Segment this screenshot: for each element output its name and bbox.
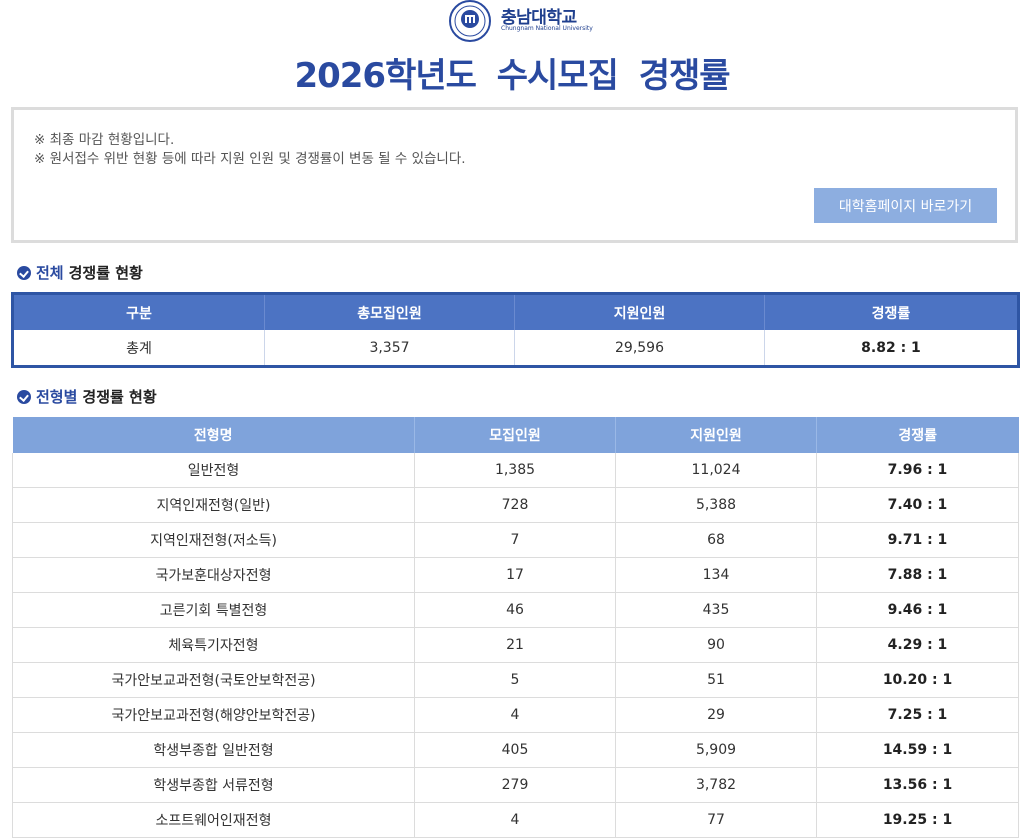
admission-type-cell: 학생부종합 서류전형 [12, 767, 415, 803]
table-row: 학생부종합 일반전형 405 5,909 14.59 : 1 [12, 732, 1019, 768]
notice-line-disclaimer: ※ 원서접수 위반 현황 등에 따라 지원 인원 및 경쟁률이 변동 될 수 있… [34, 151, 466, 167]
section-title-highlight: 전형별 [36, 388, 78, 406]
overall-table: 구분 총모집인원 지원인원 경쟁률 총계 3,357 29,596 8.82 :… [11, 292, 1020, 368]
competition-rate-cell: 4.29 : 1 [816, 627, 1019, 663]
competition-rate-cell: 8.82 : 1 [861, 339, 921, 356]
quota-cell: 1,385 [414, 453, 616, 488]
column-header: 전형명 [12, 417, 415, 453]
table-row: 국가안보교과전형(국토안보학전공) 5 51 10.20 : 1 [12, 662, 1019, 698]
competition-rate-cell: 9.46 : 1 [816, 592, 1019, 628]
by-type-section-title: 전형별 경쟁률 현황 [17, 386, 157, 407]
column-header: 지원인원 [615, 417, 817, 453]
admission-type-cell: 국가안보교과전형(국토안보학전공) [12, 662, 415, 698]
applicants-cell: 90 [615, 627, 817, 663]
check-circle-icon [17, 265, 31, 280]
table-row: 소프트웨어인재전형 4 77 19.25 : 1 [12, 802, 1019, 838]
quota-cell: 279 [414, 767, 616, 803]
brand-name-english: Chungnam National University [501, 25, 593, 32]
table-header-row: 구분 총모집인원 지원인원 경쟁률 [12, 293, 1019, 330]
column-header: 모집인원 [414, 417, 616, 453]
applicants-cell: 5,909 [615, 732, 817, 768]
section-title-text: 경쟁률 현황 [68, 264, 143, 282]
table-row: 체육특기자전형 21 90 4.29 : 1 [12, 627, 1019, 663]
quota-cell: 4 [414, 802, 616, 838]
page-header: 충남대학교 Chungnam National University 2026학… [0, 0, 1024, 100]
category-cell: 총계 [12, 330, 265, 367]
admission-type-cell: 국가안보교과전형(해양안보학전공) [12, 697, 415, 733]
competition-rate-cell: 10.20 : 1 [816, 662, 1019, 698]
applicants-cell: 435 [615, 592, 817, 628]
admission-type-cell: 지역인재전형(저소득) [12, 522, 415, 558]
admission-type-cell: 고른기회 특별전형 [12, 592, 415, 628]
quota-cell: 17 [414, 557, 616, 593]
competition-rate-cell: 7.96 : 1 [816, 453, 1019, 488]
page-title: 2026학년도 수시모집 경쟁률 [294, 56, 730, 96]
table-header-row: 전형명 모집인원 지원인원 경쟁률 [12, 417, 1019, 453]
table-row: 국가안보교과전형(해양안보학전공) 4 29 7.25 : 1 [12, 697, 1019, 733]
column-header: 경쟁률 [816, 417, 1019, 453]
applicants-cell: 134 [615, 557, 817, 593]
quota-cell: 7 [414, 522, 616, 558]
applicants-cell: 29 [615, 697, 817, 733]
admission-type-cell: 일반전형 [12, 453, 415, 488]
university-seal-icon [449, 0, 491, 42]
applicants-cell: 3,782 [615, 767, 817, 803]
admission-type-cell: 지역인재전형(일반) [12, 487, 415, 523]
applicants-cell: 68 [615, 522, 817, 558]
quota-cell: 728 [414, 487, 616, 523]
column-header: 지원인원 [514, 293, 765, 330]
applicants-cell: 77 [615, 802, 817, 838]
admission-type-cell: 체육특기자전형 [12, 627, 415, 663]
competition-rate-cell: 13.56 : 1 [816, 767, 1019, 803]
table-row: 총계 3,357 29,596 8.82 : 1 [12, 330, 1019, 367]
overall-section-title: 전체 경쟁률 현황 [17, 262, 143, 283]
competition-rate-cell: 19.25 : 1 [816, 802, 1019, 838]
column-header: 구분 [12, 293, 265, 330]
applicants-cell: 5,388 [615, 487, 817, 523]
notice-line-final: ※ 최종 마감 현황입니다. [34, 132, 175, 148]
competition-rate-cell: 7.88 : 1 [816, 557, 1019, 593]
competition-rate-cell: 7.40 : 1 [816, 487, 1019, 523]
competition-rate-cell: 9.71 : 1 [816, 522, 1019, 558]
competition-rate-cell: 7.25 : 1 [816, 697, 1019, 733]
admission-type-cell: 학생부종합 일반전형 [12, 732, 415, 768]
logo[interactable]: 충남대학교 Chungnam National University [0, 0, 1024, 44]
applicants-cell: 29,596 [514, 330, 765, 367]
university-homepage-button[interactable]: 대학홈페이지 바로가기 [814, 188, 997, 223]
column-header: 경쟁률 [764, 293, 1019, 330]
applicants-cell: 51 [615, 662, 817, 698]
table-row: 국가보훈대상자전형 17 134 7.88 : 1 [12, 557, 1019, 593]
table-row: 고른기회 특별전형 46 435 9.46 : 1 [12, 592, 1019, 628]
admission-type-cell: 소프트웨어인재전형 [12, 802, 415, 838]
notice-box: ※ 최종 마감 현황입니다. ※ 원서접수 위반 현황 등에 따라 지원 인원 … [11, 107, 1018, 243]
column-header: 총모집인원 [264, 293, 515, 330]
quota-cell: 3,357 [264, 330, 515, 367]
applicants-cell: 11,024 [615, 453, 817, 488]
table-row: 지역인재전형(일반) 728 5,388 7.40 : 1 [12, 487, 1019, 523]
table-row: 일반전형 1,385 11,024 7.96 : 1 [12, 453, 1019, 488]
check-circle-icon [17, 389, 31, 404]
section-title-text: 경쟁률 현황 [82, 388, 157, 406]
table-row: 지역인재전형(저소득) 7 68 9.71 : 1 [12, 522, 1019, 558]
by-type-table: 전형명 모집인원 지원인원 경쟁률 일반전형 1,385 11,024 7.96… [12, 417, 1019, 838]
quota-cell: 46 [414, 592, 616, 628]
admission-type-cell: 국가보훈대상자전형 [12, 557, 415, 593]
quota-cell: 21 [414, 627, 616, 663]
section-title-highlight: 전체 [36, 264, 64, 282]
quota-cell: 4 [414, 697, 616, 733]
table-row: 학생부종합 서류전형 279 3,782 13.56 : 1 [12, 767, 1019, 803]
quota-cell: 405 [414, 732, 616, 768]
competition-rate-cell: 14.59 : 1 [816, 732, 1019, 768]
quota-cell: 5 [414, 662, 616, 698]
